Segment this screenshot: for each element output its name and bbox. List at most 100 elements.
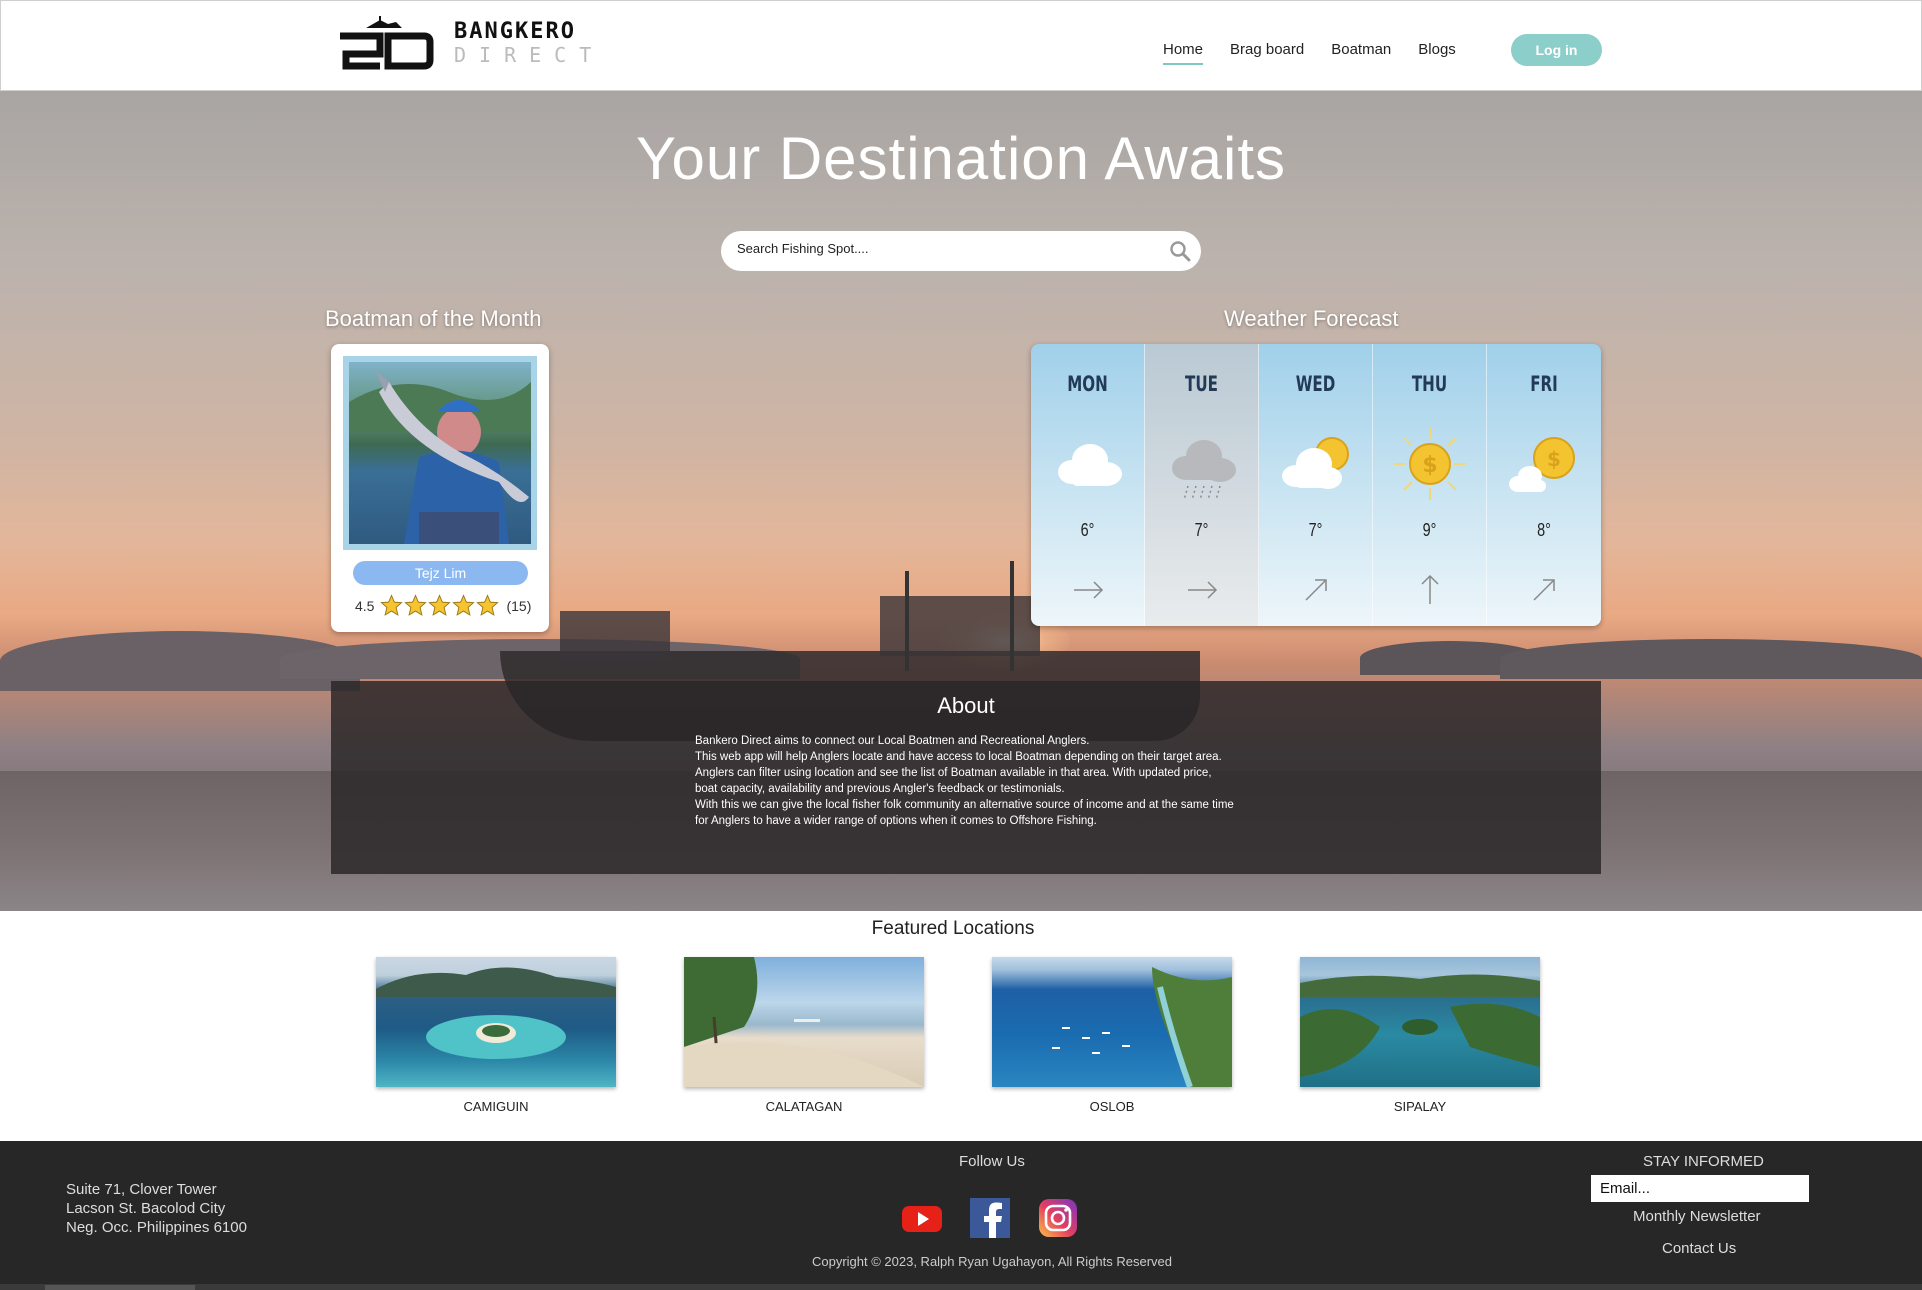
location-name: SIPALAY xyxy=(1393,1099,1447,1114)
location-image-art xyxy=(1052,967,1232,1087)
footer-address: Suite 71, Clover Tower Lacson St. Bacolo… xyxy=(66,1180,247,1237)
copyright-text: Copyright © 2023, Ralph Ryan Ugahayon, A… xyxy=(811,1254,1173,1269)
location-name: CALATAGAN xyxy=(765,1099,843,1114)
arrow-up-right-icon xyxy=(1305,579,1327,601)
boat-mast xyxy=(905,571,909,671)
weather-temp: 7° xyxy=(1308,520,1323,540)
location-card-oslob[interactable]: OSLOB xyxy=(992,957,1232,1114)
location-image[interactable] xyxy=(992,957,1232,1087)
youtube-icon[interactable] xyxy=(902,1198,942,1238)
main-nav: Home Brag board Boatman Blogs xyxy=(1163,41,1483,65)
hero-title: Your Destination Awaits xyxy=(635,125,1287,192)
address-line: Suite 71, Clover Tower xyxy=(66,1181,217,1198)
weather-day-label: WED xyxy=(1295,372,1336,396)
weather-temp: 8° xyxy=(1537,520,1551,540)
social-links xyxy=(902,1198,1106,1238)
partly-sunny-icon: $ xyxy=(1509,437,1575,492)
brand-logo[interactable]: BANGKERO DIRECT xyxy=(336,13,604,73)
location-card-calatagan[interactable]: CALATAGAN xyxy=(684,957,924,1114)
arrow-up-right-icon xyxy=(1533,579,1555,601)
boatman-name[interactable]: Tejz Lim xyxy=(353,561,528,585)
location-image-art xyxy=(684,957,924,1087)
weather-temp: 9° xyxy=(1422,520,1437,540)
location-name: CAMIGUIN xyxy=(463,1099,529,1114)
weather-day-tue: TUE 7° xyxy=(1145,344,1259,626)
star-icon xyxy=(428,594,452,616)
background-island xyxy=(1500,639,1922,679)
review-count: (15) xyxy=(506,597,532,614)
boatman-rating: 4.5 (15) xyxy=(355,594,531,617)
location-image[interactable] xyxy=(1300,957,1540,1087)
svg-text:$: $ xyxy=(1547,447,1561,471)
rain-cloud-icon xyxy=(1172,440,1236,501)
svg-text:$: $ xyxy=(1422,453,1437,478)
weather-widget: MON 6° TUE 7° WED 7° THU $ 9° FRI $ 8° xyxy=(1031,344,1601,626)
weather-day-label: MON xyxy=(1067,372,1108,396)
partly-cloudy-icon xyxy=(1282,437,1349,489)
weather-day-label: THU xyxy=(1411,372,1448,396)
about-text: Bankero Direct aims to connect our Local… xyxy=(695,735,1234,827)
login-button[interactable]: Log in xyxy=(1511,34,1602,66)
boat-mast xyxy=(1010,561,1014,671)
logo-mark-icon xyxy=(340,16,434,70)
weather-day-label: TUE xyxy=(1185,372,1218,396)
cloud-icon xyxy=(1058,444,1122,486)
about-section: About Bankero Direct aims to connect our… xyxy=(331,681,1601,874)
weather-day-label: FRI xyxy=(1530,372,1558,396)
boatman-photo xyxy=(343,356,537,550)
newsletter-email-input[interactable] xyxy=(1591,1175,1809,1202)
location-card-camiguin[interactable]: CAMIGUIN xyxy=(376,957,616,1114)
location-image-art xyxy=(1300,974,1540,1077)
boat-cabin xyxy=(880,596,1040,656)
boatman-photo-art xyxy=(349,370,531,544)
boatman-section-title: Boatman of the Month xyxy=(325,306,542,331)
location-image[interactable] xyxy=(684,957,924,1087)
scrollbar-thumb[interactable] xyxy=(45,1285,195,1290)
follow-us-label: Follow Us xyxy=(959,1153,1025,1170)
nav-boatman[interactable]: Boatman xyxy=(1331,41,1391,65)
weather-day-wed: WED 7° xyxy=(1259,344,1373,626)
boatman-photo-image xyxy=(349,362,531,544)
weather-day-thu: THU $ 9° xyxy=(1373,344,1487,626)
site-footer: Suite 71, Clover Tower Lacson St. Bacolo… xyxy=(0,1141,1922,1290)
arrow-up-icon xyxy=(1421,574,1439,604)
location-name: OSLOB xyxy=(1089,1099,1135,1114)
weather-day-fri: FRI $ 8° xyxy=(1487,344,1601,626)
star-icon xyxy=(404,594,428,616)
facebook-icon[interactable] xyxy=(970,1198,1010,1238)
location-image[interactable] xyxy=(376,957,616,1087)
instagram-icon[interactable] xyxy=(1038,1198,1078,1238)
weather-temp: 7° xyxy=(1194,520,1209,540)
contact-us-link[interactable]: Contact Us xyxy=(1662,1240,1736,1257)
rating-stars xyxy=(380,594,500,617)
arrow-right-icon xyxy=(1074,581,1104,599)
star-icon xyxy=(452,594,476,616)
site-header: BANGKERO DIRECT Home Brag board Boatman … xyxy=(0,0,1922,91)
weather-day-mon: MON 6° xyxy=(1031,344,1145,626)
nav-brag-board[interactable]: Brag board xyxy=(1230,41,1304,65)
location-card-sipalay[interactable]: SIPALAY xyxy=(1300,957,1540,1114)
logo-subtitle: DIRECT xyxy=(454,43,605,67)
weather-section-title: Weather Forecast xyxy=(1224,306,1399,331)
about-title: About xyxy=(937,693,995,718)
address-line: Neg. Occ. Philippines 6100 xyxy=(66,1219,247,1236)
rating-value: 4.5 xyxy=(355,597,375,614)
search-input[interactable] xyxy=(737,241,1137,256)
horizontal-scrollbar[interactable] xyxy=(0,1284,1922,1290)
location-image-art xyxy=(376,967,616,1059)
arrow-right-icon xyxy=(1188,581,1218,599)
nav-blogs[interactable]: Blogs xyxy=(1418,41,1456,65)
stay-informed-label: STAY INFORMED xyxy=(1643,1153,1764,1170)
logo-title: BANGKERO xyxy=(454,19,576,44)
star-icon xyxy=(380,594,404,616)
boat-cabin xyxy=(560,611,670,661)
featured-locations-title: Featured Locations xyxy=(871,918,1035,939)
search-icon[interactable] xyxy=(1169,240,1191,262)
star-icon xyxy=(476,594,500,616)
monthly-newsletter-link[interactable]: Monthly Newsletter xyxy=(1633,1208,1761,1225)
search-bar xyxy=(721,231,1201,271)
sun-icon: $ xyxy=(1394,428,1466,500)
hero-section: Your Destination Awaits Boatman of the M… xyxy=(0,91,1922,911)
boatman-card[interactable]: Tejz Lim 4.5 (15) xyxy=(331,344,549,632)
nav-home[interactable]: Home xyxy=(1163,41,1204,65)
